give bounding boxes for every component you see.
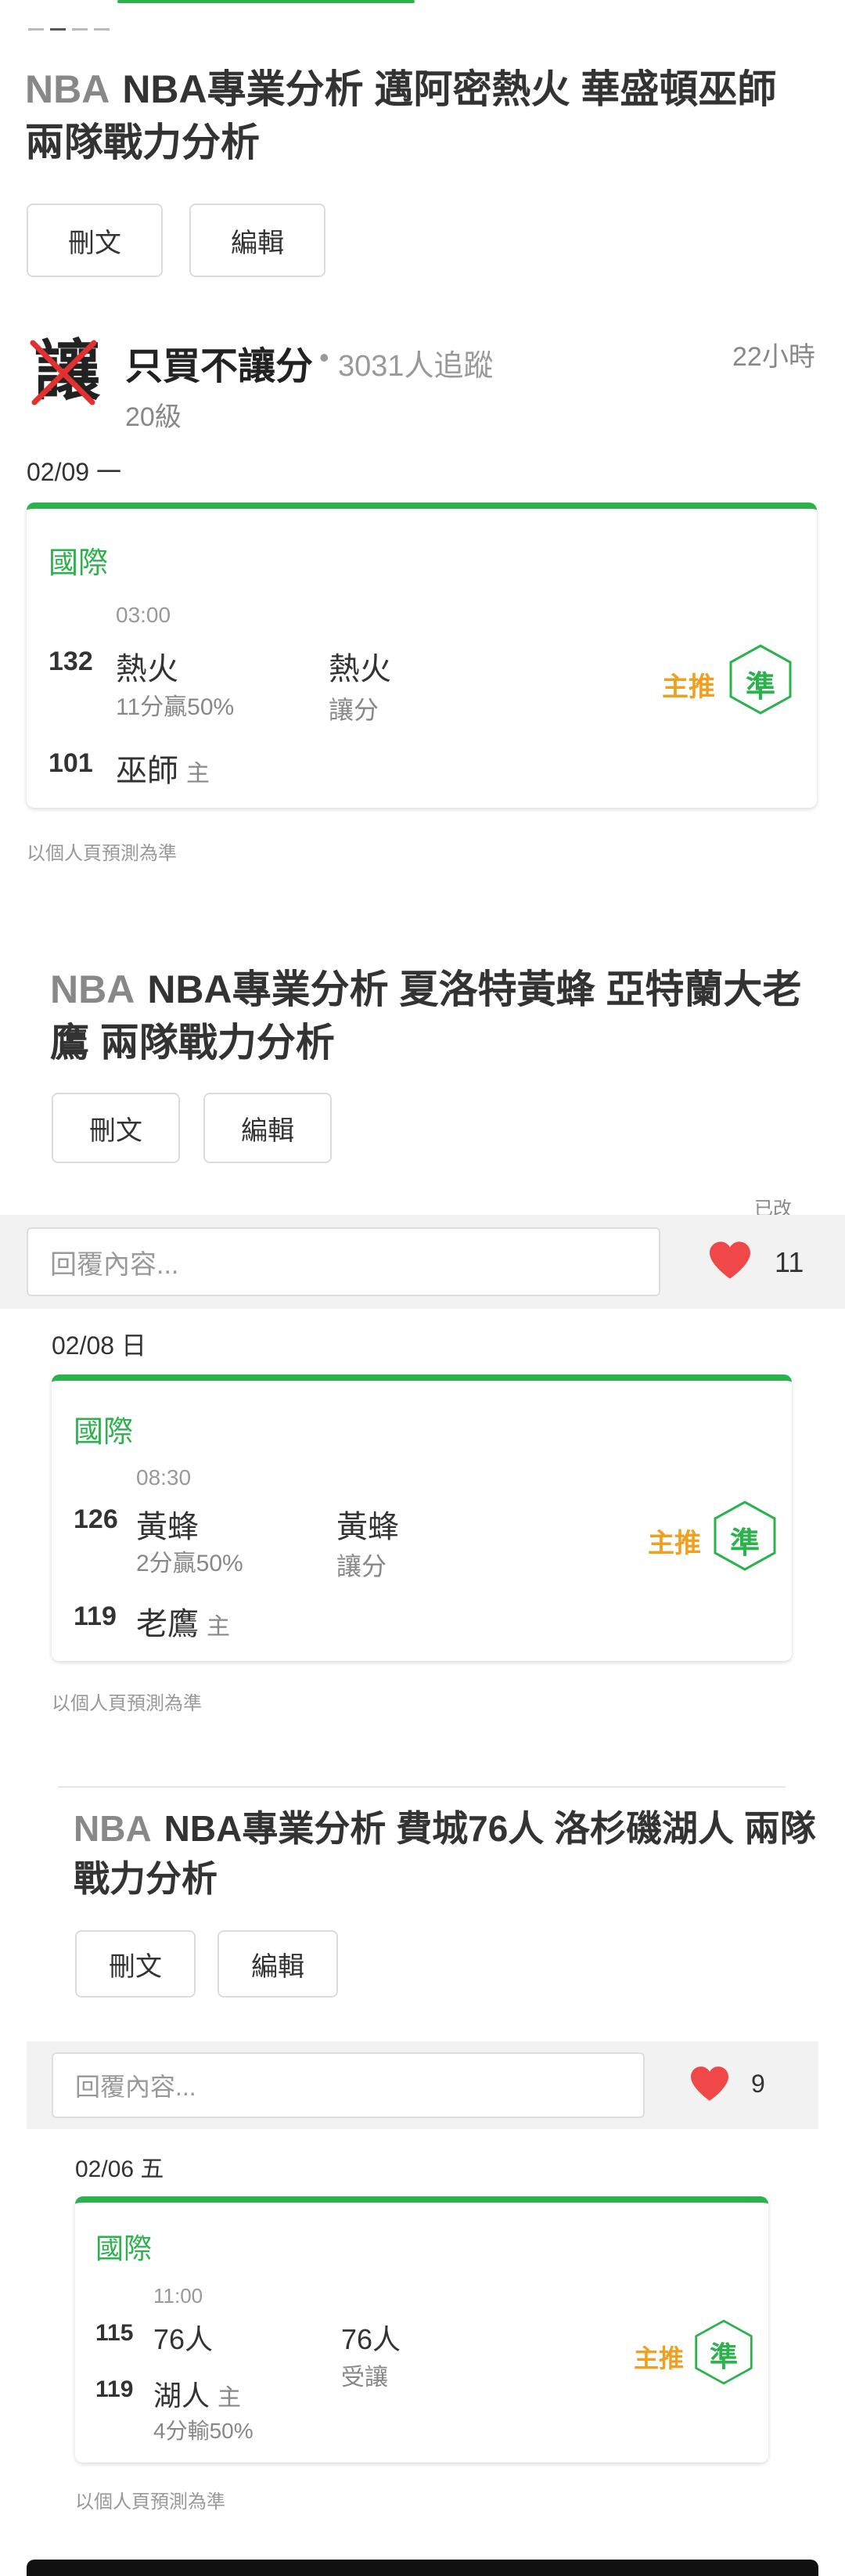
bottom-bar[interactable]: [27, 2560, 818, 2576]
away-team-name: 熱火: [116, 652, 178, 686]
post-category: NBA: [74, 1808, 152, 1849]
pick-team: 76人: [341, 2323, 401, 2355]
away-team-number: 115: [95, 2320, 134, 2346]
author-level: 20級: [125, 402, 182, 432]
heart-icon[interactable]: [707, 1240, 753, 1281]
prediction-card[interactable]: 國際 03:00 132 熱火 11分贏50% 101 巫師主 熱火 讓分 主推…: [27, 503, 817, 808]
pick-type: 受讓: [341, 2365, 388, 2390]
edit-post-button[interactable]: 編輯: [218, 1930, 338, 1998]
post-title[interactable]: NBA NBA專業分析 邁阿密熱火 華盛頓巫師 兩隊戰力分析: [25, 63, 823, 169]
like-count: 11: [775, 1246, 804, 1278]
main-pick-label: 主推: [648, 1529, 701, 1558]
pick-type: 讓分: [329, 696, 379, 724]
crossed-out-character-icon: [30, 340, 97, 405]
result-label: 準: [729, 1527, 760, 1560]
post-time: 22小時: [732, 342, 815, 372]
main-pick-label: 主推: [662, 672, 715, 702]
footnote: 以個人頁預測為準: [52, 1693, 202, 1714]
post-category: NBA: [50, 967, 135, 1011]
heart-icon[interactable]: [689, 2065, 731, 2102]
home-team-name: 湖人主: [153, 2380, 242, 2412]
post-title-text: NBA專業分析 費城76人 洛杉磯湖人 兩隊戰力分析: [74, 1808, 816, 1899]
prediction-date: 02/08 日: [52, 1331, 146, 1360]
reply-input[interactable]: 回覆內容...: [27, 1227, 660, 1296]
post-title-text: NBA專業分析 邁阿密熱火 華盛頓巫師 兩隊戰力分析: [25, 67, 777, 164]
divider: [58, 1786, 786, 1788]
result-label: 準: [745, 671, 775, 704]
away-team-odds: 2分贏50%: [136, 1551, 243, 1576]
pick-team: 熱火: [329, 652, 391, 686]
home-team-number: 119: [74, 1601, 117, 1631]
prediction-date: 02/09 一: [27, 458, 121, 486]
footnote: 以個人頁預測為準: [75, 2491, 225, 2513]
result-label: 準: [709, 2340, 738, 2372]
follower-count: 3031人追蹤: [338, 350, 494, 383]
post-title[interactable]: NBA NBA專業分析 夏洛特黃蜂 亞特蘭大老鷹 兩隊戰力分析: [50, 963, 817, 1069]
prediction-card[interactable]: 國際 11:00 115 76人 119 湖人主 4分輸50% 76人 受讓 主…: [75, 2196, 768, 2463]
post-category: NBA: [25, 67, 110, 111]
home-team-odds: 4分輸50%: [153, 2419, 254, 2443]
reply-input[interactable]: 回覆內容...: [52, 2052, 645, 2118]
footnote: 以個人頁預測為準: [27, 843, 177, 864]
away-team-number: 126: [74, 1504, 118, 1534]
home-team-number: 119: [95, 2376, 134, 2402]
league-label: 國際: [74, 1416, 134, 1449]
edit-post-button[interactable]: 編輯: [203, 1093, 332, 1163]
league-label: 國際: [95, 2232, 153, 2264]
pick-team: 黃蜂: [336, 1510, 399, 1544]
post-title[interactable]: NBA NBA專業分析 費城76人 洛杉磯湖人 兩隊戰力分析: [74, 1803, 817, 1904]
prediction-date: 02/06 五: [75, 2156, 164, 2182]
delete-post-button[interactable]: 刪文: [75, 1930, 196, 1998]
home-tag: 主: [186, 761, 210, 787]
away-team-odds: 11分贏50%: [116, 694, 235, 720]
author-name[interactable]: 只買不讓分: [125, 335, 313, 390]
prediction-card[interactable]: 國際 08:30 126 黃蜂 2分贏50% 119 老鷹主 黃蜂 讓分 主推 …: [52, 1374, 792, 1661]
home-tag: 主: [207, 1614, 230, 1640]
league-label: 國際: [49, 547, 109, 580]
game-time: 11:00: [153, 2284, 203, 2308]
author-separator: •: [319, 341, 329, 373]
delete-post-button[interactable]: 刪文: [27, 204, 163, 277]
post-title-text: NBA專業分析 夏洛特黃蜂 亞特蘭大老鷹 兩隊戰力分析: [50, 967, 802, 1065]
main-pick-label: 主推: [634, 2344, 685, 2372]
home-team-name: 老鷹主: [136, 1607, 230, 1641]
away-team-number: 132: [49, 647, 93, 676]
top-indicator-strip: [0, 0, 845, 47]
away-team-name: 76人: [153, 2323, 214, 2355]
game-time: 03:00: [116, 603, 171, 627]
like-count: 9: [751, 2070, 765, 2098]
game-time: 08:30: [136, 1465, 192, 1490]
away-team-name: 黃蜂: [136, 1510, 199, 1544]
pick-type: 讓分: [336, 1552, 387, 1580]
home-tag: 主: [218, 2385, 242, 2411]
delete-post-button[interactable]: 刪文: [52, 1093, 180, 1163]
home-team-number: 101: [49, 748, 93, 778]
home-team-name: 巫師主: [116, 754, 210, 788]
edit-post-button[interactable]: 編輯: [189, 204, 325, 277]
